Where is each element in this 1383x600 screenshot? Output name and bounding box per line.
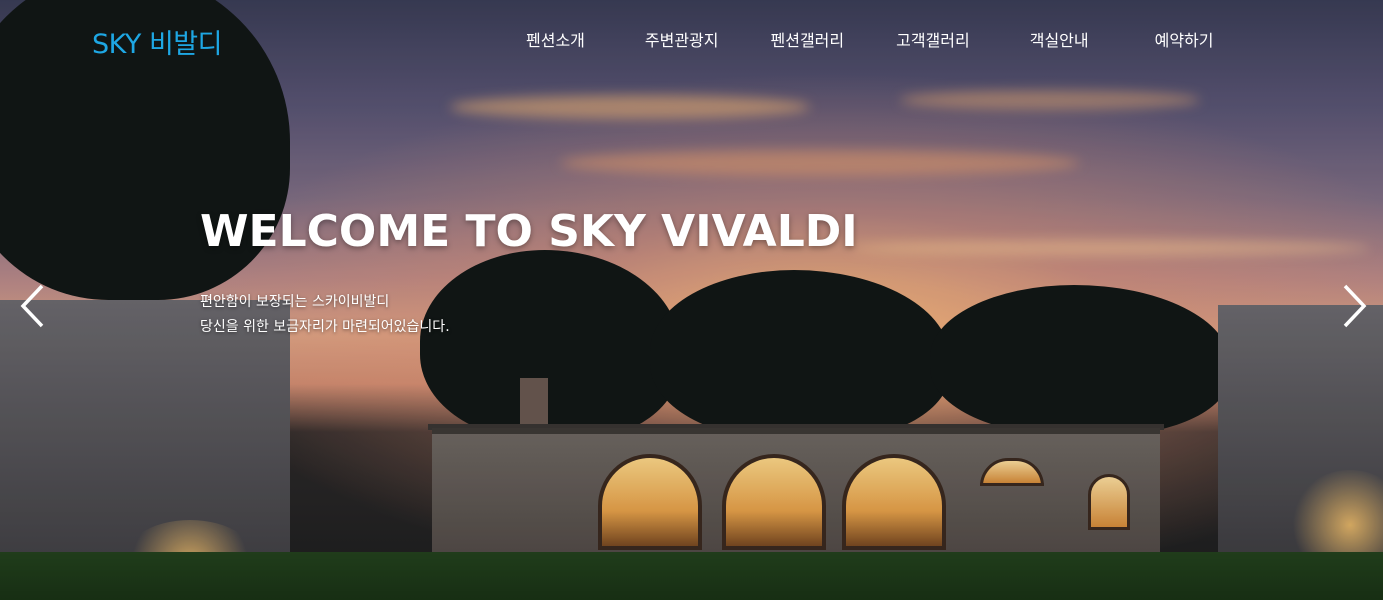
nav-item-pension-intro[interactable]: 펜션소개 — [526, 27, 585, 51]
main-nav: 펜션소개 주변관광지 펜션갤러리 고객갤러리 객실안내 예약하기 — [526, 27, 1214, 51]
nav-item-room-info[interactable]: 객실안내 — [1030, 27, 1089, 51]
chevron-right-icon — [1343, 284, 1367, 328]
nav-item-guest-gallery[interactable]: 고객갤러리 — [896, 27, 970, 51]
slider-prev-button[interactable] — [18, 284, 48, 328]
nav-item-reservation[interactable]: 예약하기 — [1155, 27, 1214, 51]
hero-subtitle-line-1: 편안함이 보장되는 스카이비발디 — [200, 294, 390, 310]
hero-subtitle: 편안함이 보장되는 스카이비발디 당신을 위한 보금자리가 마련되어있습니다. — [200, 290, 450, 340]
site-logo[interactable]: SKY 비발디 — [92, 22, 222, 61]
hero-headline: WELCOME TO SKY VIVALDI — [200, 206, 858, 257]
hero-subtitle-line-2: 당신을 위한 보금자리가 마련되어있습니다. — [200, 319, 450, 335]
chevron-left-icon — [20, 284, 44, 328]
nav-item-pension-gallery[interactable]: 펜션갤러리 — [771, 27, 845, 51]
nav-item-nearby-attractions[interactable]: 주변관광지 — [645, 27, 719, 51]
slider-next-button[interactable] — [1339, 284, 1369, 328]
